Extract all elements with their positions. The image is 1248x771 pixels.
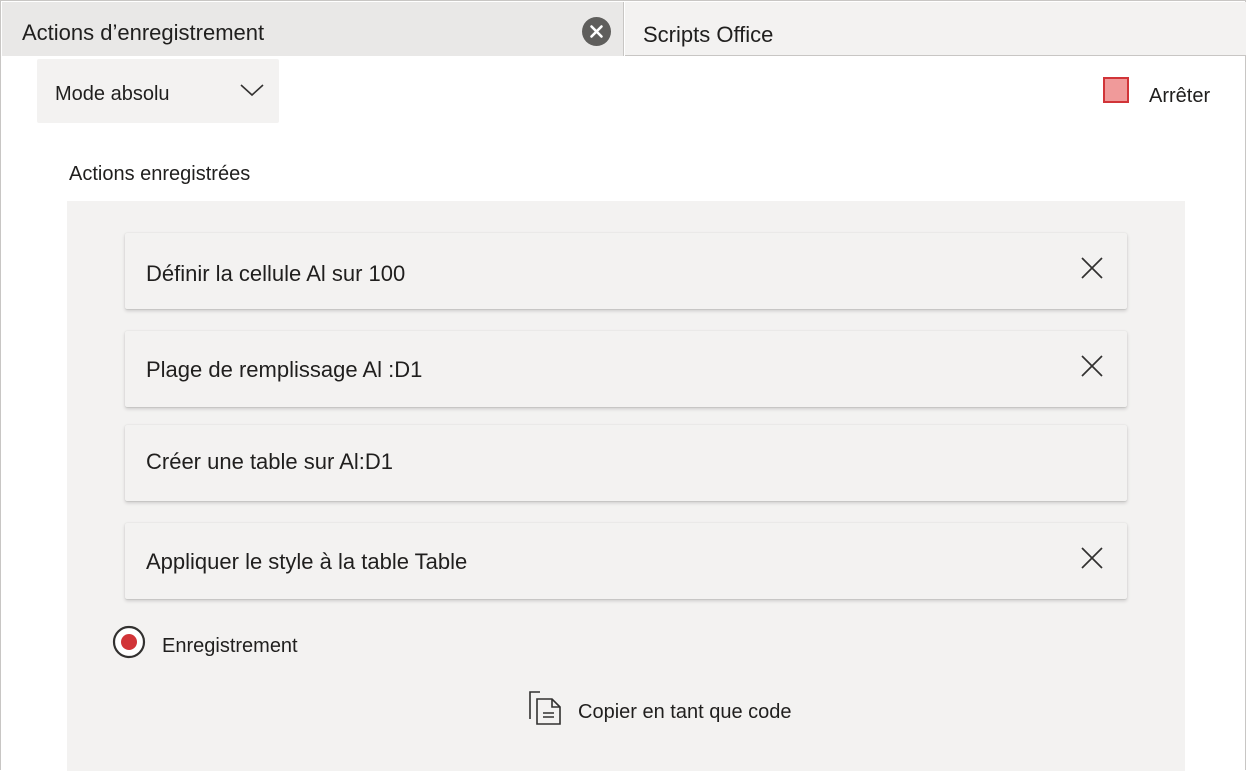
stop-label: Arrêter bbox=[1149, 85, 1211, 107]
tab-recording-actions[interactable]: Actions d’enregistrement bbox=[2, 2, 624, 56]
tab-label: Scripts Office bbox=[643, 22, 774, 47]
close-icon[interactable] bbox=[1079, 353, 1105, 379]
action-card[interactable]: Appliquer le style à la table Table bbox=[125, 523, 1127, 599]
recording-status: Enregistrement bbox=[111, 625, 371, 661]
stop-square-icon bbox=[1103, 77, 1129, 103]
recording-label: Enregistrement bbox=[162, 635, 298, 657]
chevron-down-icon bbox=[240, 84, 264, 97]
tab-label: Actions d’enregistrement bbox=[22, 20, 265, 45]
record-icon bbox=[112, 625, 146, 659]
close-circle-icon[interactable] bbox=[582, 17, 611, 46]
close-icon[interactable] bbox=[1079, 545, 1105, 571]
copy-document-icon bbox=[529, 691, 561, 725]
tab-bar: Actions d’enregistrement Scripts Office bbox=[1, 1, 1247, 57]
recorder-pane: Actions d’enregistrement Scripts Office … bbox=[0, 0, 1247, 771]
action-text: Définir la cellule Al sur 100 bbox=[146, 261, 406, 286]
action-text: Plage de remplissage Al :D1 bbox=[146, 357, 423, 382]
action-card[interactable]: Plage de remplissage Al :D1 bbox=[125, 331, 1127, 407]
recorded-actions-panel: Définir la cellule Al sur 100 Plage de r… bbox=[67, 201, 1185, 771]
copy-as-code-button[interactable]: Copier en tant que code bbox=[527, 689, 827, 729]
action-card[interactable]: Définir la cellule Al sur 100 bbox=[125, 233, 1127, 309]
mode-dropdown-value: Mode absolu bbox=[55, 83, 170, 105]
stop-button[interactable]: Arrêter bbox=[1101, 76, 1231, 116]
close-icon[interactable] bbox=[1079, 255, 1105, 281]
mode-dropdown[interactable]: Mode absolu bbox=[37, 59, 279, 123]
copy-as-code-label: Copier en tant que code bbox=[578, 701, 792, 723]
action-card[interactable]: Créer une table sur Al:D1 bbox=[125, 425, 1127, 501]
action-text: Créer une table sur Al:D1 bbox=[146, 449, 394, 474]
section-title: Actions enregistrées bbox=[69, 163, 251, 185]
action-text: Appliquer le style à la table Table bbox=[146, 549, 468, 574]
tab-office-scripts[interactable]: Scripts Office bbox=[625, 2, 1246, 56]
